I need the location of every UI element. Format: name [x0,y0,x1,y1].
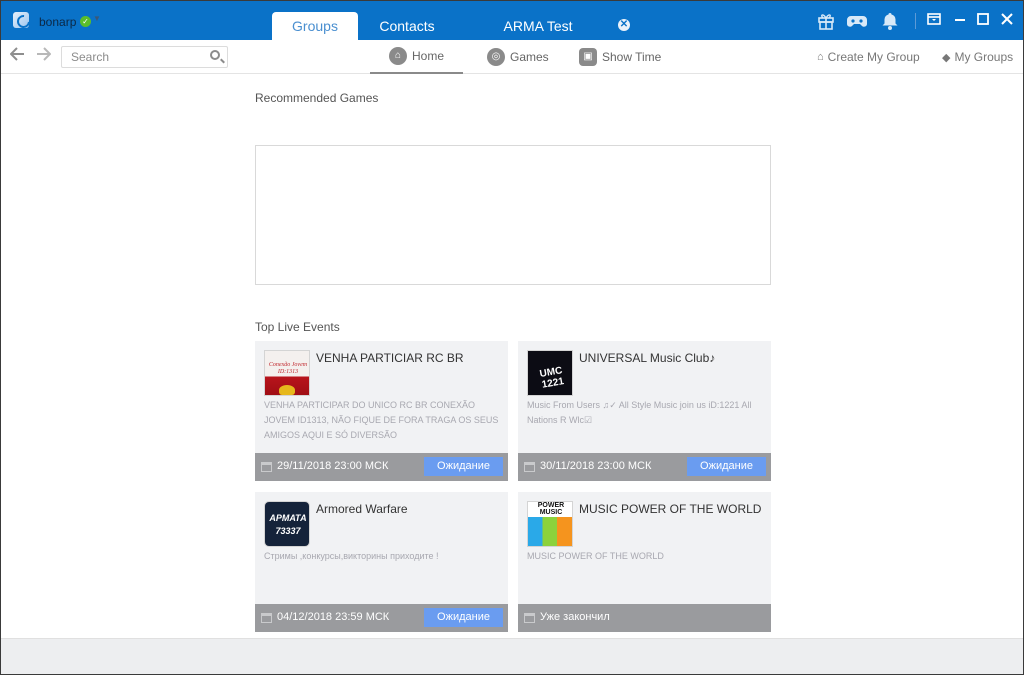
home-plus-icon: ⌂ [817,51,824,63]
recommended-games-panel [255,145,771,285]
event-date: 29/11/2018 23:00 МСК [277,460,389,472]
event-description: VENHA PARTICIPAR DO UNICO RC BR CONEXÃO … [264,400,499,440]
film-icon: ▣ [579,48,597,66]
app-window: bonarp ✓ ▼ Groups Contacts ARMA Test ✕ S… [0,0,1024,675]
event-description: Стримы ,конкурсы,викторины приходите ! [264,551,439,561]
gamepad-icon: ◎ [487,48,505,66]
create-my-group-link[interactable]: ⌂ Create My Group [817,50,920,64]
app-logo-icon[interactable] [13,12,29,28]
event-status-button[interactable]: Ожидание [687,457,766,476]
tag-icon: ◆ [942,51,951,64]
event-card[interactable]: АРМАТА 73337 Armored Warfare Стримы ,кон… [255,492,508,632]
tab-groups[interactable]: Groups [272,12,358,40]
event-description: MUSIC POWER OF THE WORLD [527,551,664,561]
event-footer: 30/11/2018 23:00 МСК Ожидание [518,453,771,481]
event-title: MUSIC POWER OF THE WORLD [579,502,762,516]
event-title: UNIVERSAL Music Club♪ [579,351,716,365]
online-status-icon[interactable]: ✓ [80,16,91,27]
calendar-icon [261,613,272,623]
calendar-icon [524,462,535,472]
event-status-text: Уже закончил [540,611,610,623]
event-thumbnail: АРМАТА 73337 [264,501,310,547]
event-status-button[interactable]: Ожидание [424,457,503,476]
maximize-icon[interactable] [974,11,992,31]
event-title: VENHA PARTICIAR RC BR [316,351,464,365]
home-icon: ⌂ [388,47,407,65]
calendar-icon [524,613,535,623]
event-title: Armored Warfare [316,502,408,516]
status-dropdown-icon[interactable]: ▼ [93,14,101,23]
close-icon[interactable] [998,11,1016,31]
main-content: Recommended Games Top Live Events Conexã… [1,74,1023,638]
event-footer: 29/11/2018 23:00 МСК Ожидание [255,453,508,481]
nav-bar: ⌂ Home ◎ Games ▣ Show Time ⌂ Create My G… [1,40,1023,74]
search-box [61,46,228,68]
event-footer: 04/12/2018 23:59 МСК Ожидание [255,604,508,632]
forward-arrow-icon[interactable] [36,47,52,66]
back-arrow-icon[interactable] [9,47,25,66]
event-description: Music From Users ♫✓ All Style Music join… [527,400,752,425]
event-date: 30/11/2018 23:00 МСК [540,460,652,472]
tab-close-icon[interactable]: ✕ [618,19,630,31]
event-footer: Уже закончил [518,604,771,632]
title-bar: bonarp ✓ ▼ Groups Contacts ARMA Test ✕ [1,1,1023,40]
subtab-home[interactable]: ⌂ Home [370,40,463,74]
bottom-bar [1,638,1023,674]
minimize-icon[interactable] [951,11,969,31]
gift-icon[interactable] [815,11,837,31]
tab-contacts[interactable]: Contacts [366,12,448,40]
subtab-show-time[interactable]: ▣ Show Time [579,40,661,74]
event-thumbnail: POWER MUSIC [527,501,573,547]
search-icon[interactable] [210,50,220,60]
event-status-button[interactable]: Ожидание [424,608,503,627]
gamepad-icon[interactable] [846,11,868,31]
search-input[interactable] [62,47,202,67]
event-thumbnail: Conexão Jovem ID:1313 [264,350,310,396]
tab-arma-test[interactable]: ARMA Test [491,12,585,40]
event-card[interactable]: UMC 1221 UNIVERSAL Music Club♪ Music Fro… [518,341,771,481]
event-card[interactable]: Conexão Jovem ID:1313 VENHA PARTICIAR RC… [255,341,508,481]
username[interactable]: bonarp [39,15,76,29]
dropdown-window-icon[interactable] [925,11,943,31]
toolbar-divider [915,13,916,29]
bell-icon[interactable] [879,11,901,31]
event-date: 04/12/2018 23:59 МСК [277,611,390,623]
event-thumbnail: UMC 1221 [527,350,573,396]
event-card[interactable]: POWER MUSIC MUSIC POWER OF THE WORLD MUS… [518,492,771,632]
my-groups-link[interactable]: ◆ My Groups [942,50,1013,64]
recommended-games-title: Recommended Games [255,91,379,105]
top-live-events-title: Top Live Events [255,320,340,334]
subtab-games[interactable]: ◎ Games [487,40,549,74]
calendar-icon [261,462,272,472]
